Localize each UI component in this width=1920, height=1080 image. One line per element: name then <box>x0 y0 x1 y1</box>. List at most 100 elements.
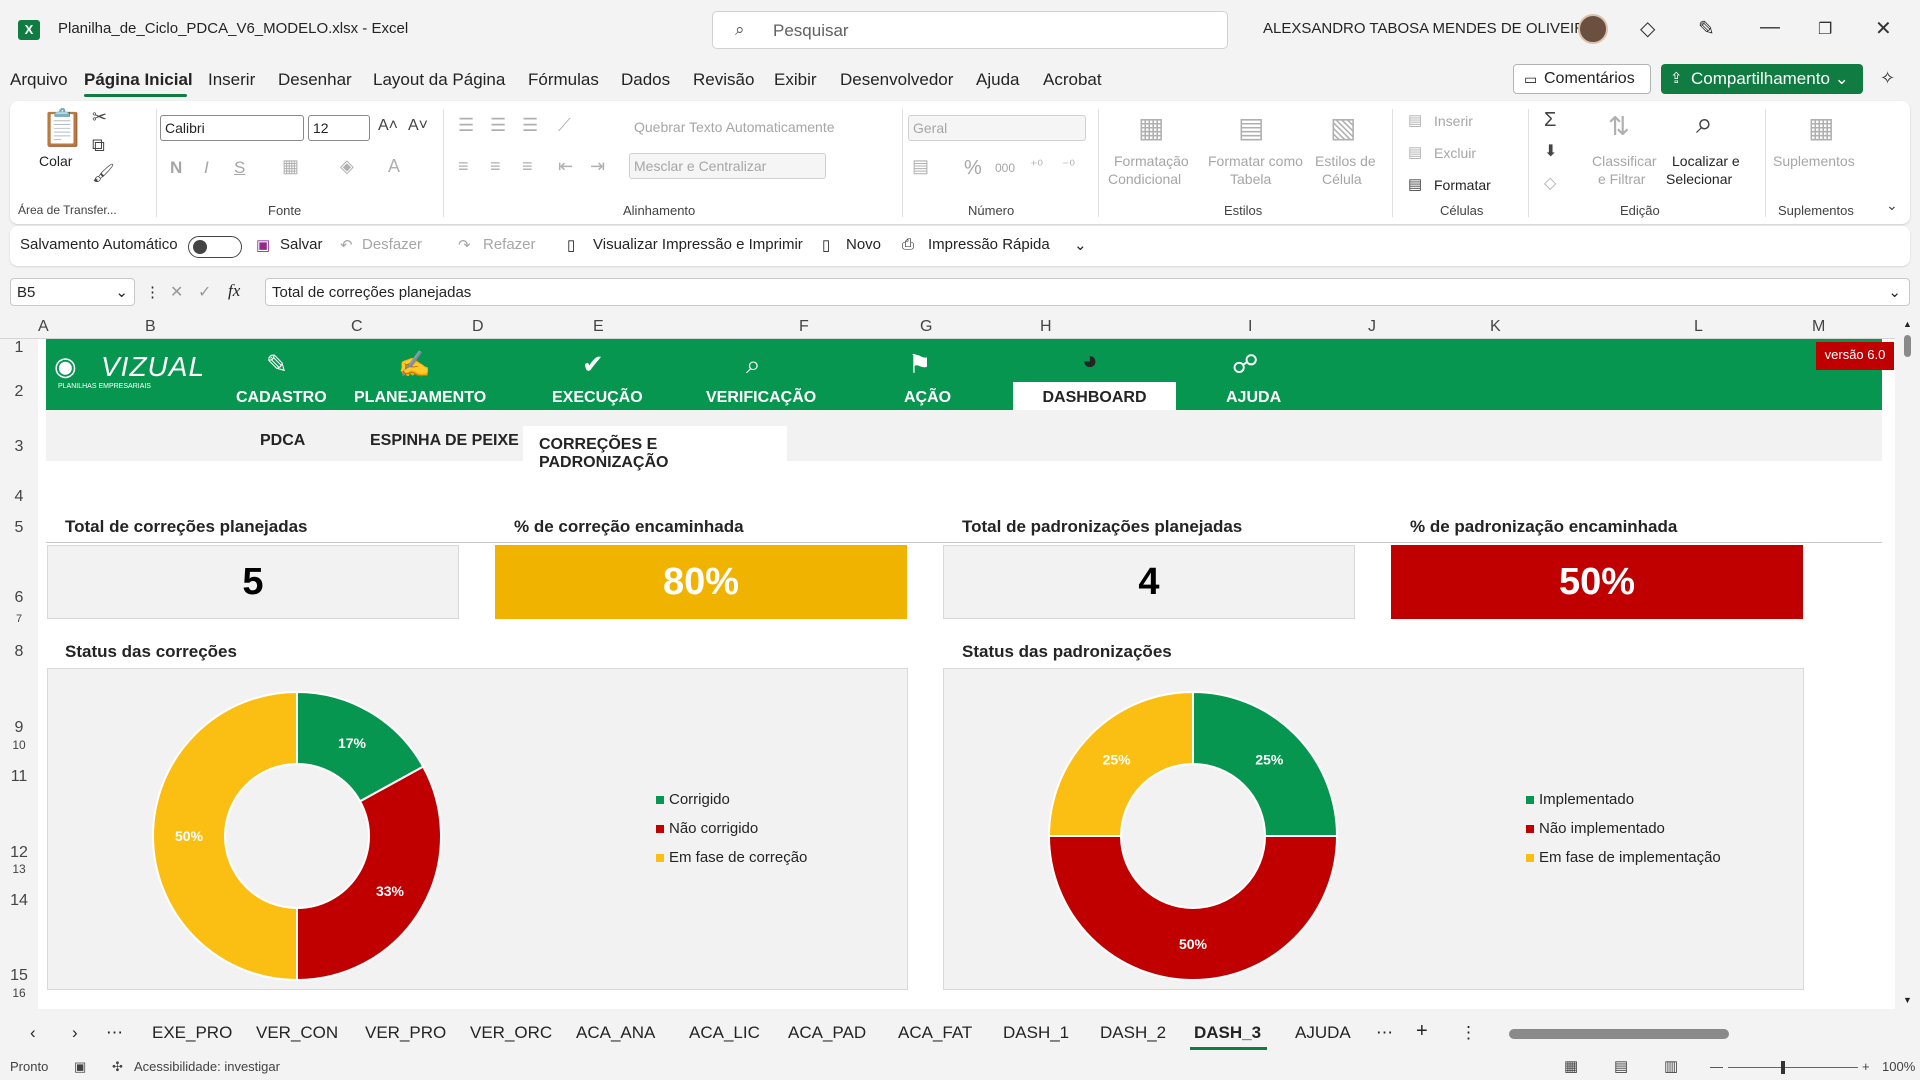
more-sheets-icon[interactable]: ⋯ <box>106 1023 123 1043</box>
undo-icon[interactable]: ↶ <box>340 236 353 254</box>
percent-button[interactable]: % <box>964 157 982 180</box>
decrease-decimal-icon[interactable]: ⁻⁰ <box>1062 157 1075 174</box>
diamond-icon[interactable]: ◇ <box>1640 16 1655 41</box>
runner-icon[interactable]: ⚑ <box>908 349 931 380</box>
delete-cells-icon[interactable]: ▤ <box>1408 143 1422 161</box>
subtab-espinha[interactable]: ESPINHA DE PEIXE <box>370 432 519 450</box>
font-color-icon[interactable]: A <box>388 156 400 177</box>
nav-acao[interactable]: AÇÃO <box>904 389 951 407</box>
sheet-tab[interactable]: ACA_ANA <box>576 1023 655 1043</box>
page-layout-icon[interactable]: ▤ <box>1614 1057 1628 1075</box>
save-icon[interactable]: ▣ <box>256 236 270 254</box>
accessibility-status[interactable]: Acessibilidade: investigar <box>134 1059 280 1074</box>
addins-icon[interactable]: ▦ <box>1808 111 1834 144</box>
save-button[interactable]: Salvar <box>280 236 323 253</box>
row-header[interactable]: 2 <box>0 383 38 401</box>
nav-verificacao[interactable]: VERIFICAÇÃO <box>706 389 816 407</box>
cell-styles-label-2[interactable]: Célula <box>1322 171 1362 187</box>
cell-styles-label-1[interactable]: Estilos de <box>1315 153 1376 169</box>
paste-icon[interactable]: 📋 <box>40 107 85 149</box>
col-header[interactable]: C <box>351 318 363 336</box>
cut-icon[interactable]: ✂ <box>92 107 107 128</box>
close-icon[interactable]: ✕ <box>1875 16 1892 41</box>
thousands-button[interactable]: 000 <box>995 161 1015 175</box>
sheet-tab-active[interactable]: DASH_3 <box>1194 1023 1261 1043</box>
nav-cadastro[interactable]: CADASTRO <box>236 389 327 407</box>
col-header[interactable]: G <box>920 318 932 336</box>
clear-icon[interactable]: ◇ <box>1544 173 1556 193</box>
col-header[interactable]: M <box>1812 318 1825 336</box>
insert-function-icon[interactable]: fx <box>228 281 240 301</box>
font-name-select[interactable]: Calibri <box>160 115 304 141</box>
align-bottom-icon[interactable]: ☰ <box>522 115 538 136</box>
search-input[interactable]: ⌕ Pesquisar <box>712 11 1228 49</box>
vertical-scroll-thumb[interactable] <box>1904 335 1911 357</box>
horizontal-scrollbar[interactable] <box>1505 1029 1885 1039</box>
sheet-tab[interactable]: DASH_1 <box>1003 1023 1069 1043</box>
normal-view-icon[interactable]: ▦ <box>1564 1057 1578 1075</box>
nav-dashboard[interactable]: DASHBOARD <box>1013 382 1176 412</box>
menu-exibir[interactable]: Exibir <box>774 70 817 90</box>
menu-pagina-inicial[interactable]: Página Inicial <box>84 70 193 90</box>
avatar[interactable] <box>1578 14 1608 44</box>
sort-filter-label-2[interactable]: e Filtrar <box>1598 171 1645 187</box>
font-size-select[interactable]: 12 <box>308 115 370 141</box>
donut-slice[interactable] <box>296 765 442 982</box>
find-label-1[interactable]: Localizar e <box>1672 153 1740 169</box>
align-left-icon[interactable]: ≡ <box>458 156 469 177</box>
sheet-tab[interactable]: AJUDA <box>1295 1023 1351 1043</box>
name-box[interactable]: B5 ⌄ <box>10 278 135 306</box>
undo-button[interactable]: Desfazer <box>362 236 422 253</box>
subtab-pdca[interactable]: PDCA <box>260 432 305 450</box>
redo-icon[interactable]: ↷ <box>458 236 471 254</box>
decrease-font-icon[interactable]: A˅ <box>408 117 428 135</box>
pen-icon[interactable]: ✎ <box>1698 16 1715 41</box>
cancel-icon[interactable]: ✕ <box>170 282 183 302</box>
zoom-out-icon[interactable]: — <box>1710 1059 1723 1074</box>
check-circle-icon[interactable]: ✔ <box>582 349 604 380</box>
col-header[interactable]: J <box>1368 318 1376 336</box>
scroll-up-icon[interactable]: ▲ <box>1903 319 1912 329</box>
horizontal-scroll-thumb[interactable] <box>1509 1029 1729 1039</box>
nav-planejamento[interactable]: PLANEJAMENTO <box>354 389 486 407</box>
menu-inserir[interactable]: Inserir <box>208 70 255 90</box>
prev-sheet-icon[interactable]: ‹ <box>30 1023 36 1043</box>
decrease-indent-icon[interactable]: ⇤ <box>558 156 573 177</box>
sort-filter-label-1[interactable]: Classificar <box>1592 153 1657 169</box>
minimize-icon[interactable]: — <box>1760 16 1780 39</box>
sheet-tab[interactable]: ACA_FAT <box>898 1023 972 1043</box>
copilot-icon[interactable]: ✧ <box>1880 68 1895 89</box>
redo-button[interactable]: Refazer <box>483 236 536 253</box>
increase-indent-icon[interactable]: ⇥ <box>590 156 605 177</box>
planning-icon[interactable]: ✍ <box>398 349 430 380</box>
number-format-select[interactable]: Geral <box>908 115 1086 141</box>
collapse-ribbon-icon[interactable]: ⌄ <box>1886 197 1898 214</box>
orientation-icon[interactable]: ⟋ <box>558 115 571 136</box>
menu-desenhar[interactable]: Desenhar <box>278 70 352 90</box>
sheet-tab[interactable]: VER_PRO <box>365 1023 446 1043</box>
increase-decimal-icon[interactable]: ⁺⁰ <box>1030 157 1043 174</box>
conditional-format-icon[interactable]: ▦ <box>1138 111 1164 144</box>
row-header[interactable]: 5 <box>0 519 38 537</box>
accessibility-icon[interactable]: ✣ <box>112 1059 123 1075</box>
print-preview-icon[interactable]: ▯ <box>567 236 575 254</box>
row-header[interactable]: 4 <box>0 488 38 506</box>
next-sheet-icon[interactable]: › <box>72 1023 78 1043</box>
sheet-tab[interactable]: DASH_2 <box>1100 1023 1166 1043</box>
user-name[interactable]: ALEXSANDRO TABOSA MENDES DE OLIVEIRA <box>1263 20 1595 37</box>
row-header[interactable]: 15 <box>0 967 38 985</box>
sheet-tab[interactable]: ACA_LIC <box>689 1023 760 1043</box>
fill-color-icon[interactable]: ◈ <box>340 156 354 177</box>
align-right-icon[interactable]: ≡ <box>522 156 533 177</box>
row-header[interactable]: 1 <box>0 339 38 357</box>
menu-formulas[interactable]: Fórmulas <box>528 70 599 90</box>
autosum-icon[interactable]: Σ <box>1544 109 1556 132</box>
zoom-in-icon[interactable]: + <box>1862 1059 1870 1074</box>
paste-label[interactable]: Colar <box>39 153 72 169</box>
nav-ajuda[interactable]: AJUDA <box>1226 389 1281 407</box>
enter-icon[interactable]: ✓ <box>198 282 211 302</box>
quick-print-icon[interactable]: ⎙ <box>902 236 914 253</box>
share-button[interactable]: ⇪ Compartilhamento ⌄ <box>1661 64 1863 94</box>
row-header[interactable]: 7 <box>0 613 38 625</box>
add-sheet-icon[interactable]: + <box>1416 1020 1428 1043</box>
